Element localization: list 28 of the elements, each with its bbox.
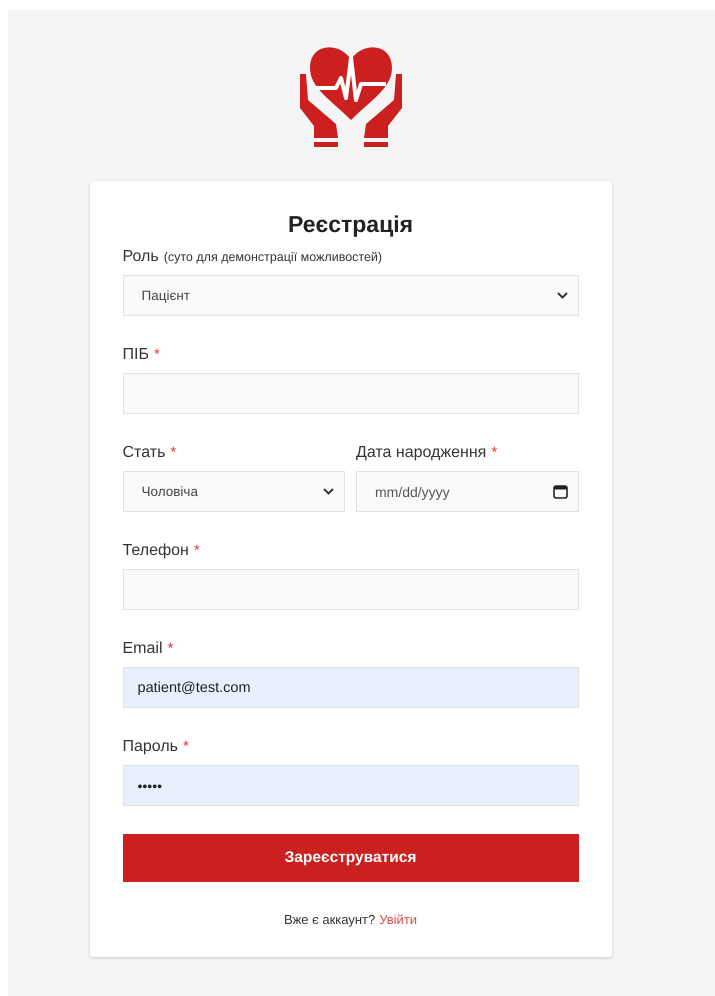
input-field[interactable]: patient@test.com [122,667,578,708]
field-label: Стать [122,444,166,462]
input-field[interactable] [122,569,578,610]
chevron-down-icon [323,488,334,495]
field-note: (суто для демонстрації можливостей) [164,250,382,264]
required-mark: * [168,640,174,657]
required-mark: * [183,738,189,755]
required-mark: * [154,346,160,363]
required-mark: * [491,444,498,461]
select-field[interactable]: Чоловіча [122,471,345,512]
field-label: Email [122,640,163,658]
field-label: Телефон [122,542,189,560]
footer-text: Вже є аккаунт? [284,912,376,927]
date-field[interactable]: mm/dd/yyyy [356,471,578,512]
input-field[interactable] [122,373,578,414]
register-button[interactable]: Зареєструватися [122,834,578,882]
input-field[interactable]: ••••• [122,765,578,806]
required-mark: * [194,542,200,559]
chevron-down-icon [556,292,568,299]
field-label: Пароль [122,738,178,756]
field-label: ПІБ [122,346,149,364]
calendar-icon [552,484,568,499]
required-mark: * [170,444,176,461]
form-title: Реєстрація [286,211,414,238]
field-label: Роль [122,248,159,266]
login-link[interactable]: Увійти [379,912,418,927]
select-field[interactable]: Пацієнт [122,275,578,316]
field-label: Дата народження [356,444,486,462]
